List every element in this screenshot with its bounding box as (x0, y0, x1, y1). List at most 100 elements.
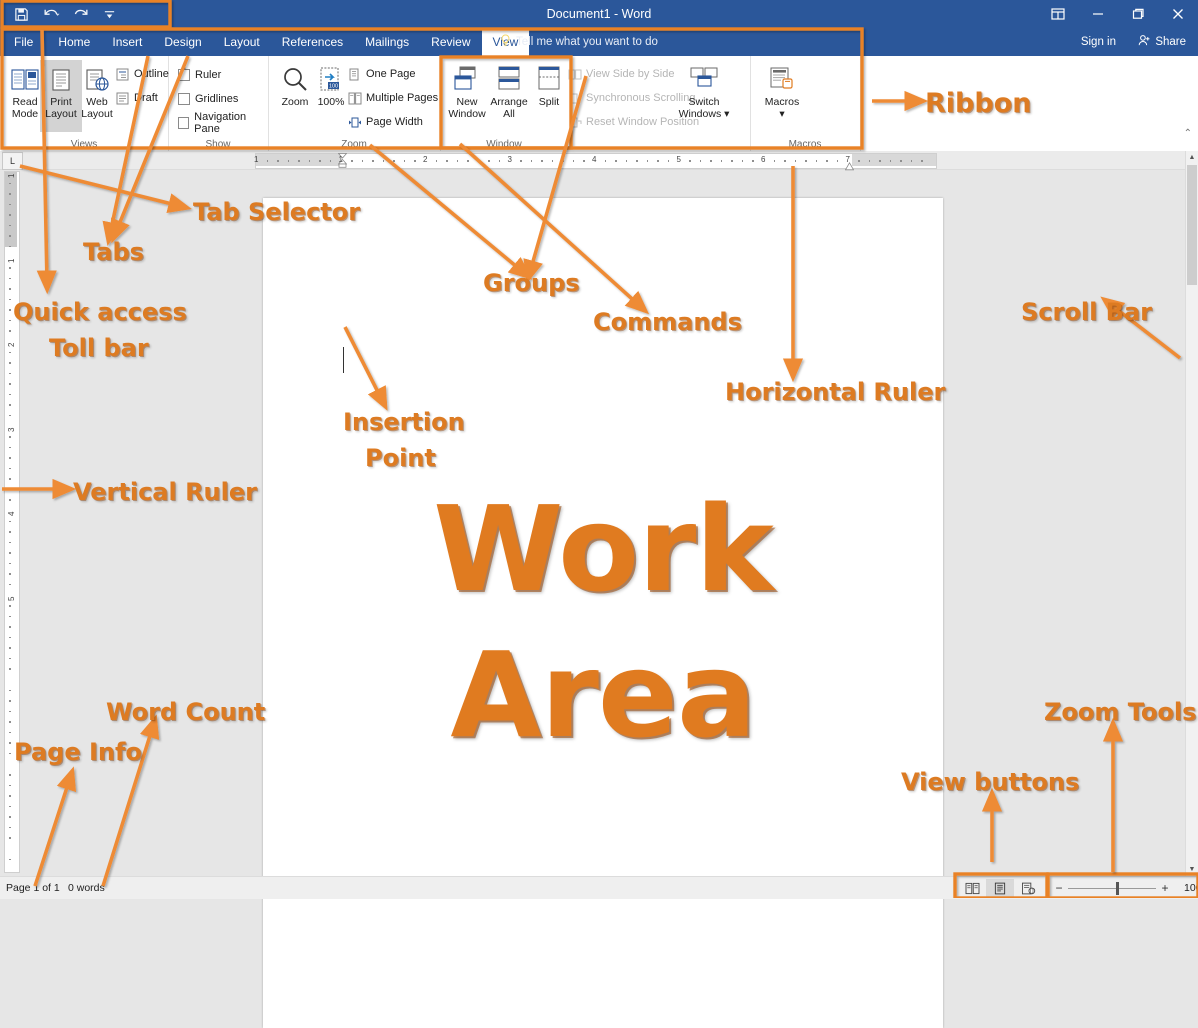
ruler-tick (457, 160, 459, 162)
ruler-tick (869, 160, 871, 162)
tab-file[interactable]: File (0, 28, 47, 56)
one-page-icon (348, 68, 361, 81)
navigation-pane-checkbox[interactable]: Navigation Pane (178, 114, 268, 132)
ruler-tick (478, 160, 480, 162)
multiple-pages-button[interactable]: Multiple Pages (348, 89, 438, 107)
draft-button[interactable]: Draft (116, 89, 158, 107)
vertical-ruler-tick (9, 352, 11, 354)
ruler-number: 2 (423, 154, 427, 166)
collapse-ribbon-icon[interactable]: ⌃ (1184, 128, 1192, 139)
reset-window-position-icon (568, 116, 581, 129)
minimize-icon[interactable] (1078, 0, 1118, 28)
scroll-up-arrow-icon[interactable]: ▲ (1186, 151, 1198, 164)
tab-review[interactable]: Review (420, 28, 481, 56)
vertical-ruler-tick (9, 806, 11, 808)
group-label-zoom: Zoom (268, 139, 440, 150)
vertical-ruler-tick (9, 457, 11, 459)
group-label-views: Views (0, 139, 168, 150)
view-side-by-side-button[interactable]: View Side by Side (568, 65, 674, 83)
insertion-point-caret (343, 347, 344, 373)
page-width-label: Page Width (366, 116, 423, 128)
ruler-checkbox[interactable]: Ruler (178, 66, 221, 84)
group-label-show: Show (168, 139, 268, 150)
one-page-button[interactable]: One Page (348, 65, 416, 83)
tab-selector[interactable]: L (2, 152, 23, 170)
scroll-thumb[interactable] (1187, 165, 1197, 285)
ruler-number: 5 (677, 154, 681, 166)
share-button[interactable]: Share (1130, 28, 1194, 56)
ruler-tick (700, 160, 702, 162)
read-mode-label2: Mode (12, 109, 38, 121)
web-layout-label2: Layout (81, 109, 113, 121)
web-layout-button[interactable]: Web Layout (76, 60, 118, 132)
arrange-all-label1: Arrange (490, 97, 527, 109)
split-button[interactable]: Split (528, 60, 570, 132)
checkbox-icon[interactable] (178, 69, 190, 81)
tab-references[interactable]: References (271, 28, 354, 56)
vertical-ruler[interactable]: 112345 (4, 171, 20, 873)
window-controls[interactable] (1038, 0, 1198, 28)
gridlines-checkbox[interactable]: Gridlines (178, 90, 238, 108)
new-window-button[interactable]: New Window (446, 60, 488, 132)
view-buttons[interactable] (958, 879, 1042, 897)
zoom-100-button[interactable]: 100 100% (310, 60, 352, 132)
switch-windows-button[interactable]: Switch Windows ▾ (676, 60, 732, 132)
zoom-label: Zoom (282, 97, 309, 109)
ruler-tick (288, 160, 290, 162)
vertical-ruler-tick (9, 721, 11, 723)
lightbulb-icon (500, 34, 511, 50)
print-layout-view-button[interactable] (986, 879, 1014, 897)
tab-layout[interactable]: Layout (213, 28, 271, 56)
page-width-button[interactable]: Page Width (348, 113, 423, 131)
arrange-all-button[interactable]: Arrange All (488, 60, 530, 132)
vertical-ruler-tick (9, 415, 11, 417)
web-layout-view-button[interactable] (1014, 879, 1042, 897)
draft-icon (116, 92, 129, 105)
checkbox-icon[interactable] (178, 117, 189, 129)
ruler-tick (826, 160, 828, 162)
scroll-down-arrow-icon[interactable]: ▼ (1186, 863, 1198, 876)
restore-icon[interactable] (1118, 0, 1158, 28)
zoom-slider-thumb[interactable] (1116, 882, 1119, 895)
ruler-tick (795, 160, 797, 162)
vertical-ruler-tick (9, 531, 11, 533)
checkbox-icon[interactable] (178, 93, 190, 105)
outline-button[interactable]: Outline (116, 65, 169, 83)
vertical-ruler-tick (9, 436, 11, 438)
vertical-scroll-bar[interactable]: ▲ ▼ (1185, 151, 1198, 876)
tab-insert[interactable]: Insert (101, 28, 153, 56)
outline-label: Outline (134, 68, 169, 80)
tab-mailings[interactable]: Mailings (354, 28, 420, 56)
ruler-tick (890, 160, 892, 162)
ribbon-tabs[interactable]: File Home Insert Design Layout Reference… (0, 28, 529, 56)
navigation-pane-label: Navigation Pane (194, 111, 268, 135)
close-icon[interactable] (1158, 0, 1198, 28)
zoom-level[interactable]: 100% (1184, 882, 1198, 894)
work-area-line1: Work (263, 476, 943, 622)
ruler-number: 7 (846, 154, 850, 166)
vertical-ruler-tick (9, 193, 11, 195)
zoom-in-button[interactable]: + (1156, 877, 1174, 899)
horizontal-ruler[interactable]: L 11234567 (0, 151, 1186, 170)
page-info[interactable]: Page 1 of 1 (6, 877, 60, 899)
horizontal-ruler-bar[interactable]: 11234567 (255, 153, 937, 169)
zoom-slider-track[interactable] (1068, 888, 1156, 889)
vertical-ruler-tick (9, 394, 11, 396)
tab-design[interactable]: Design (153, 28, 212, 56)
zoom-tools[interactable]: − + 100% (1050, 877, 1198, 899)
ribbon-display-options-icon[interactable] (1038, 0, 1078, 28)
vertical-ruler-tick (9, 616, 11, 618)
ruler-tick (774, 160, 776, 162)
zoom-out-button[interactable]: − (1050, 877, 1068, 899)
arrange-all-icon (495, 60, 523, 94)
ruler-tick (583, 160, 585, 162)
macros-button[interactable]: Macros ▾ (756, 60, 808, 132)
tell-me-search[interactable]: Tell me what you want to do (496, 28, 658, 56)
read-mode-view-button[interactable] (958, 879, 986, 897)
new-window-icon (452, 60, 482, 94)
sign-in-button[interactable]: Sign in (1081, 28, 1116, 56)
word-count[interactable]: 0 words (68, 877, 105, 899)
ruler-tick (531, 160, 533, 162)
tab-home[interactable]: Home (47, 28, 101, 56)
vertical-ruler-tick (9, 362, 11, 364)
